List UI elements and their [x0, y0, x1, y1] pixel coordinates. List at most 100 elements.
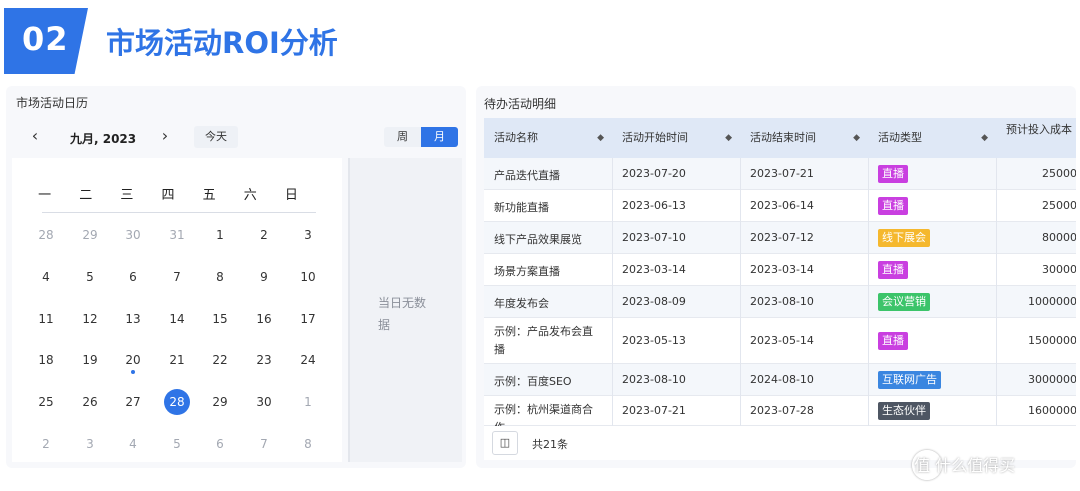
- calendar-day[interactable]: 8: [286, 431, 330, 457]
- table-cell: 2023-07-28: [750, 404, 814, 417]
- calendar-day[interactable]: 3: [286, 222, 330, 248]
- column-header-label: 活动类型: [878, 131, 922, 144]
- table-header: 活动名称 ◆ 活动开始时间 ◆ 活动结束时间 ◆ 活动类型 ◆ 预计投入成本: [484, 118, 1076, 158]
- table-row[interactable]: 示例：产品发布会直播 2023-05-13 2023-05-14 直播 15000000: [484, 318, 1076, 364]
- table-row[interactable]: 场景方案直播 2023-03-14 2023-03-14 直播 300000: [484, 254, 1076, 286]
- weekday-label: 四: [161, 188, 175, 203]
- activity-type-cell: 线下展会: [868, 229, 930, 247]
- page-size-button[interactable]: ◫: [492, 431, 518, 455]
- calendar-day[interactable]: 4: [24, 264, 68, 290]
- calendar-day[interactable]: 2: [24, 431, 68, 457]
- sort-icon[interactable]: ◆: [725, 118, 732, 158]
- table-cell: 场景方案直播: [494, 265, 560, 278]
- calendar-day[interactable]: 4: [111, 431, 155, 457]
- column-divider: [868, 158, 869, 190]
- calendar-day[interactable]: 12: [68, 306, 112, 332]
- cost-cell: 250000: [1042, 167, 1076, 180]
- calendar-day[interactable]: 18: [24, 347, 68, 373]
- column-divider: [612, 364, 613, 396]
- calendar-day[interactable]: 6: [111, 264, 155, 290]
- calendar-day[interactable]: 14: [155, 306, 199, 332]
- cost-cell: 300000: [1042, 263, 1076, 276]
- column-header-cost[interactable]: 预计投入成本: [996, 118, 1076, 158]
- column-divider: [996, 286, 997, 318]
- activity-type-tag: 生态伙伴: [878, 402, 930, 420]
- calendar-day[interactable]: 21: [155, 347, 199, 373]
- calendar-day[interactable]: 6: [198, 431, 242, 457]
- sort-icon[interactable]: ◆: [853, 118, 860, 158]
- month-view-button[interactable]: 月: [421, 127, 458, 147]
- table-row[interactable]: 新功能直播 2023-06-13 2023-06-14 直播 250000: [484, 190, 1076, 222]
- calendar-day[interactable]: 11: [24, 306, 68, 332]
- calendar-day[interactable]: 26: [68, 389, 112, 415]
- cost-cell: 16000000: [1028, 404, 1076, 417]
- column-divider: [868, 318, 869, 364]
- calendar-day[interactable]: 27: [111, 389, 155, 415]
- column-header-type[interactable]: 活动类型 ◆: [868, 118, 996, 158]
- weekday-label: 日: [284, 188, 298, 203]
- weekday-label: 二: [79, 188, 93, 203]
- calendar-day[interactable]: 7: [155, 264, 199, 290]
- no-data-text: 当日无数据: [378, 296, 427, 332]
- calendar-day[interactable]: 25: [24, 389, 68, 415]
- column-divider: [740, 364, 741, 396]
- table-cell: 产品迭代直播: [494, 169, 560, 182]
- prev-month-icon[interactable]: ‹: [26, 126, 44, 146]
- calendar-day[interactable]: 23: [242, 347, 286, 373]
- calendar-panel-title: 市场活动日历: [16, 96, 89, 110]
- calendar-day[interactable]: 19: [68, 347, 112, 373]
- week-view-button[interactable]: 周: [384, 127, 421, 147]
- table-row[interactable]: 示例：杭州渠道商合作2023-07-212023-07-28生态伙伴160000…: [484, 396, 1076, 434]
- activity-type-tag: 直播: [878, 332, 908, 350]
- calendar-day[interactable]: 24: [286, 347, 330, 373]
- column-header-name[interactable]: 活动名称 ◆: [484, 118, 612, 158]
- calendar-day[interactable]: 28: [155, 389, 199, 415]
- calendar-day[interactable]: 16: [242, 306, 286, 332]
- calendar-day[interactable]: 17: [286, 306, 330, 332]
- weekday-divider: [42, 212, 316, 213]
- calendar-day[interactable]: 10: [286, 264, 330, 290]
- calendar-day[interactable]: 15: [198, 306, 242, 332]
- table-cell: 2023-07-21: [622, 404, 686, 417]
- cost-cell: 250000: [1042, 199, 1076, 212]
- calendar-day[interactable]: 8: [198, 264, 242, 290]
- calendar-day[interactable]: 1: [286, 389, 330, 415]
- table-row[interactable]: 线下产品效果展览 2023-07-10 2023-07-12 线下展会 800000: [484, 222, 1076, 254]
- activity-type-tag: 直播: [878, 165, 908, 183]
- calendar-day[interactable]: 5: [155, 431, 199, 457]
- calendar-day[interactable]: 3: [68, 431, 112, 457]
- calendar-day[interactable]: 28: [24, 222, 68, 248]
- calendar-day[interactable]: 31: [155, 222, 199, 248]
- column-header-start[interactable]: 活动开始时间 ◆: [612, 118, 740, 158]
- column-divider: [612, 396, 613, 426]
- column-divider: [740, 318, 741, 364]
- table-row[interactable]: 示例：百度SEO 2023-08-10 2024-08-10 互联网广告 3000000…: [484, 364, 1076, 396]
- calendar-day[interactable]: 13: [111, 306, 155, 332]
- table-cell: 2023-07-21: [750, 167, 814, 180]
- calendar-day[interactable]: 29: [68, 222, 112, 248]
- column-divider: [996, 190, 997, 222]
- calendar-day[interactable]: 30: [111, 222, 155, 248]
- calendar-day[interactable]: 30: [242, 389, 286, 415]
- calendar-day[interactable]: 7: [242, 431, 286, 457]
- calendar-day[interactable]: 9: [242, 264, 286, 290]
- month-label: 九月, 2023: [70, 132, 137, 146]
- calendar-day[interactable]: 1: [198, 222, 242, 248]
- view-switcher: 周 月: [384, 127, 458, 147]
- table-row[interactable]: 年度发布会 2023-08-09 2023-08-10 会议营销 10000000: [484, 286, 1076, 318]
- calendar-day[interactable]: 5: [68, 264, 112, 290]
- column-header-end[interactable]: 活动结束时间 ◆: [740, 118, 868, 158]
- calendar-day[interactable]: 29: [198, 389, 242, 415]
- sort-icon[interactable]: ◆: [597, 118, 604, 158]
- table-cell: 2023-07-10: [622, 231, 686, 244]
- column-divider: [740, 254, 741, 286]
- cost-cell: 800000: [1042, 231, 1076, 244]
- today-button[interactable]: 今天: [194, 126, 238, 148]
- weekday-label: 五: [202, 188, 216, 203]
- calendar-day[interactable]: 2: [242, 222, 286, 248]
- table-row[interactable]: 产品迭代直播 2023-07-20 2023-07-21 直播 250000: [484, 158, 1076, 190]
- table-cell: 2023-08-10: [622, 373, 686, 386]
- calendar-day[interactable]: 22: [198, 347, 242, 373]
- next-month-icon[interactable]: ›: [156, 126, 174, 146]
- sort-icon[interactable]: ◆: [981, 118, 988, 158]
